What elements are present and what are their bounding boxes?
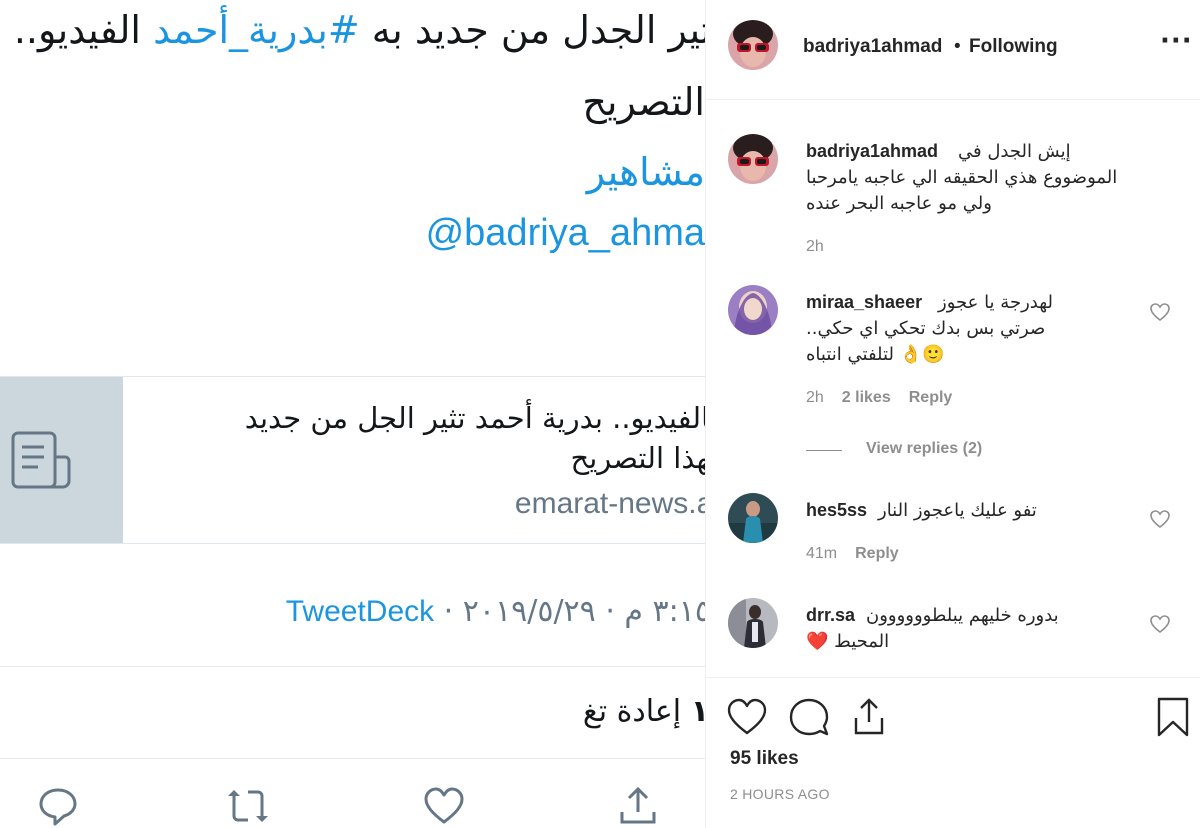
- like-icon[interactable]: [726, 696, 768, 738]
- caption-text-line-1: إيش الجدل في: [958, 141, 1071, 162]
- comment-text-line-1: لهدرجة يا عجوز: [938, 292, 1053, 313]
- tweet-mention-link[interactable]: @badriya_ahma: [426, 212, 705, 255]
- tweet-text-line-2: التصريح: [582, 80, 705, 124]
- comment-username[interactable]: drr.sa: [806, 605, 855, 626]
- card-title-line-2: بهذا التصريح: [570, 441, 705, 475]
- comment-icon[interactable]: [788, 696, 830, 738]
- document-icon: [11, 431, 71, 489]
- view-replies-button[interactable]: View replies (2): [866, 440, 982, 458]
- reply-button[interactable]: Reply: [855, 545, 899, 562]
- tweet-hashtag-link[interactable]: #بدرية_أحمد: [153, 8, 360, 52]
- retweets-label: إعادة تغ: [582, 694, 682, 729]
- tweet-source-link[interactable]: TweetDeck: [286, 595, 434, 628]
- divider: [0, 758, 705, 759]
- bookmark-icon[interactable]: [1152, 696, 1194, 738]
- instagram-panel: badriya1ahmad • Following ··· badriya1ah…: [705, 0, 1200, 828]
- avatar[interactable]: [728, 598, 778, 648]
- retweet-icon[interactable]: [226, 784, 270, 828]
- divider: [0, 666, 705, 667]
- like-icon[interactable]: [422, 784, 466, 828]
- tweet-text-prefix: تثير الجدل من جديد به: [371, 8, 705, 52]
- comment-timestamp: 2h: [806, 389, 824, 406]
- post-header: badriya1ahmad • Following ···: [706, 0, 1200, 100]
- more-options-icon[interactable]: ···: [1160, 26, 1193, 56]
- tweet-date: ٢٠١٩/٥/٢٩: [462, 594, 596, 629]
- avatar[interactable]: [728, 285, 778, 335]
- meta-separator: ·: [605, 594, 615, 629]
- comment-meta: 41m Reply: [806, 545, 899, 563]
- comment-text-line-2: المحيط ❤️: [806, 631, 890, 652]
- meta-separator: ·: [443, 594, 454, 629]
- reply-button[interactable]: Reply: [909, 389, 953, 406]
- tweet-metadata: ٣:١٥ م · ٢٠١٩/٥/٢٩ · TweetDeck: [286, 594, 705, 629]
- share-icon[interactable]: [848, 696, 890, 738]
- avatar[interactable]: [728, 493, 778, 543]
- tweet-time: ٣:١٥ م: [624, 594, 705, 629]
- retweets-count[interactable]: ١ إعادة تغ: [583, 694, 705, 729]
- caption-username[interactable]: badriya1ahmad: [806, 141, 938, 162]
- share-icon[interactable]: [616, 784, 660, 828]
- comment-username[interactable]: hes5ss: [806, 500, 867, 521]
- caption-text-line-2: الموضووع هذي الحقيقه الي عاجبه يامرحبا: [806, 167, 1118, 188]
- tweet-panel: تثير الجدل من جديد به #بدرية_أحمد الفيدي…: [0, 0, 705, 828]
- following-button[interactable]: Following: [969, 36, 1058, 58]
- comment-meta: 2h 2 likes Reply: [806, 389, 952, 407]
- comment-username[interactable]: miraa_shaeer: [806, 292, 922, 313]
- heart-icon[interactable]: [1148, 300, 1172, 324]
- link-preview-card[interactable]: بالفيديو.. بدرية أحمد تثير الجل من جديد …: [0, 376, 705, 544]
- comment-text-line-3: 🙂👌 لتلفتي انتباه: [806, 344, 945, 365]
- header-dot: •: [954, 36, 961, 57]
- comment-likes-link[interactable]: 2 likes: [842, 389, 891, 406]
- avatar[interactable]: [728, 134, 778, 184]
- caption-text-line-3: ولي مو عاجبه البحر عنده: [806, 193, 992, 214]
- heart-icon[interactable]: [1148, 612, 1172, 636]
- avatar[interactable]: [728, 20, 778, 70]
- likes-count[interactable]: 95 likes: [730, 748, 799, 770]
- heart-icon[interactable]: [1148, 507, 1172, 531]
- card-thumbnail: [0, 377, 123, 543]
- comment-text-line-1: تفو عليك ياعجوز النار: [878, 500, 1037, 521]
- card-domain: emarat-news.ae: [514, 487, 705, 520]
- comment-text-line-2: صرتي بس بدك تحكي اي حكي..: [806, 318, 1046, 339]
- retweets-number: ١: [690, 694, 705, 729]
- caption-timestamp: 2h: [806, 238, 824, 255]
- tweet-hashtag-link-2[interactable]: مشاهير: [587, 150, 705, 194]
- tweet-text-line-1: تثير الجدل من جديد به #بدرية_أحمد الفيدي…: [14, 8, 705, 52]
- reply-icon[interactable]: [36, 784, 80, 828]
- comment-timestamp: 41m: [806, 545, 838, 562]
- tweet-text-suffix: الفيديو..: [13, 8, 141, 52]
- comment-text-line-1: بدوره خليهم يبلطوووووون: [866, 605, 1059, 626]
- post-author-username[interactable]: badriya1ahmad: [803, 36, 942, 58]
- view-replies-line: [806, 450, 842, 451]
- card-title-line-1: بالفيديو.. بدرية أحمد تثير الجل من جديد: [244, 401, 705, 435]
- post-timestamp: 2 HOURS AGO: [730, 786, 830, 802]
